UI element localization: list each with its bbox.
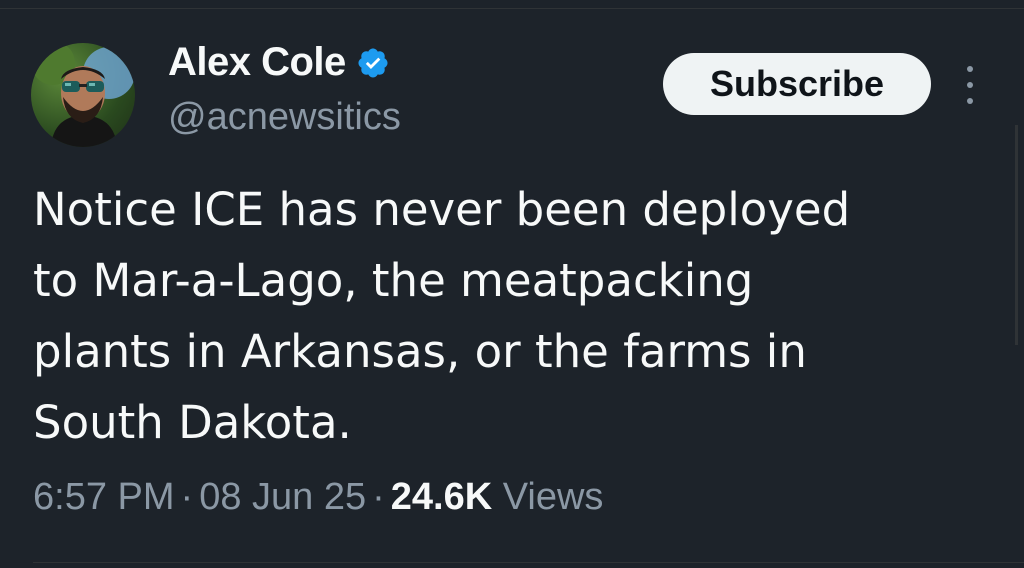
tweet-time[interactable]: 6:57 PM: [33, 476, 175, 518]
tweet-text: Notice ICE has never been deployed to Ma…: [33, 174, 983, 458]
verified-badge-icon[interactable]: [356, 46, 390, 80]
meta-separator: ·: [180, 476, 194, 518]
more-dot: [967, 82, 973, 88]
more-dot: [967, 98, 973, 104]
meta-separator: ·: [372, 476, 385, 518]
tweet-date[interactable]: 08 Jun 25: [199, 476, 366, 518]
author-handle[interactable]: @acnewsitics: [168, 96, 401, 139]
tweet-card: Alex Cole @acnewsitics Subscribe Notice …: [0, 0, 1024, 568]
more-dot: [967, 66, 973, 72]
author-name-row: Alex Cole: [168, 40, 390, 85]
scrollbar-track: [1015, 125, 1018, 345]
tweet-text-line: plants in Arkansas, or the farms in: [33, 325, 807, 378]
subscribe-button[interactable]: Subscribe: [663, 53, 931, 115]
author-display-name[interactable]: Alex Cole: [168, 40, 346, 85]
views-label: Views: [502, 476, 604, 518]
tweet-text-line: to Mar-a-Lago, the meatpacking: [33, 254, 754, 307]
avatar-image: [31, 43, 135, 147]
tweet-text-line: Notice ICE has never been deployed: [33, 183, 851, 236]
more-vertical-icon[interactable]: [958, 66, 982, 104]
views-count[interactable]: 24.6K: [391, 476, 492, 518]
bottom-divider: [33, 562, 1024, 563]
top-divider: [0, 8, 1024, 9]
tweet-text-line: South Dakota.: [33, 396, 352, 449]
tweet-meta: 6:57 PM · 08 Jun 25 · 24.6K Views: [33, 476, 603, 519]
avatar[interactable]: [31, 43, 135, 147]
